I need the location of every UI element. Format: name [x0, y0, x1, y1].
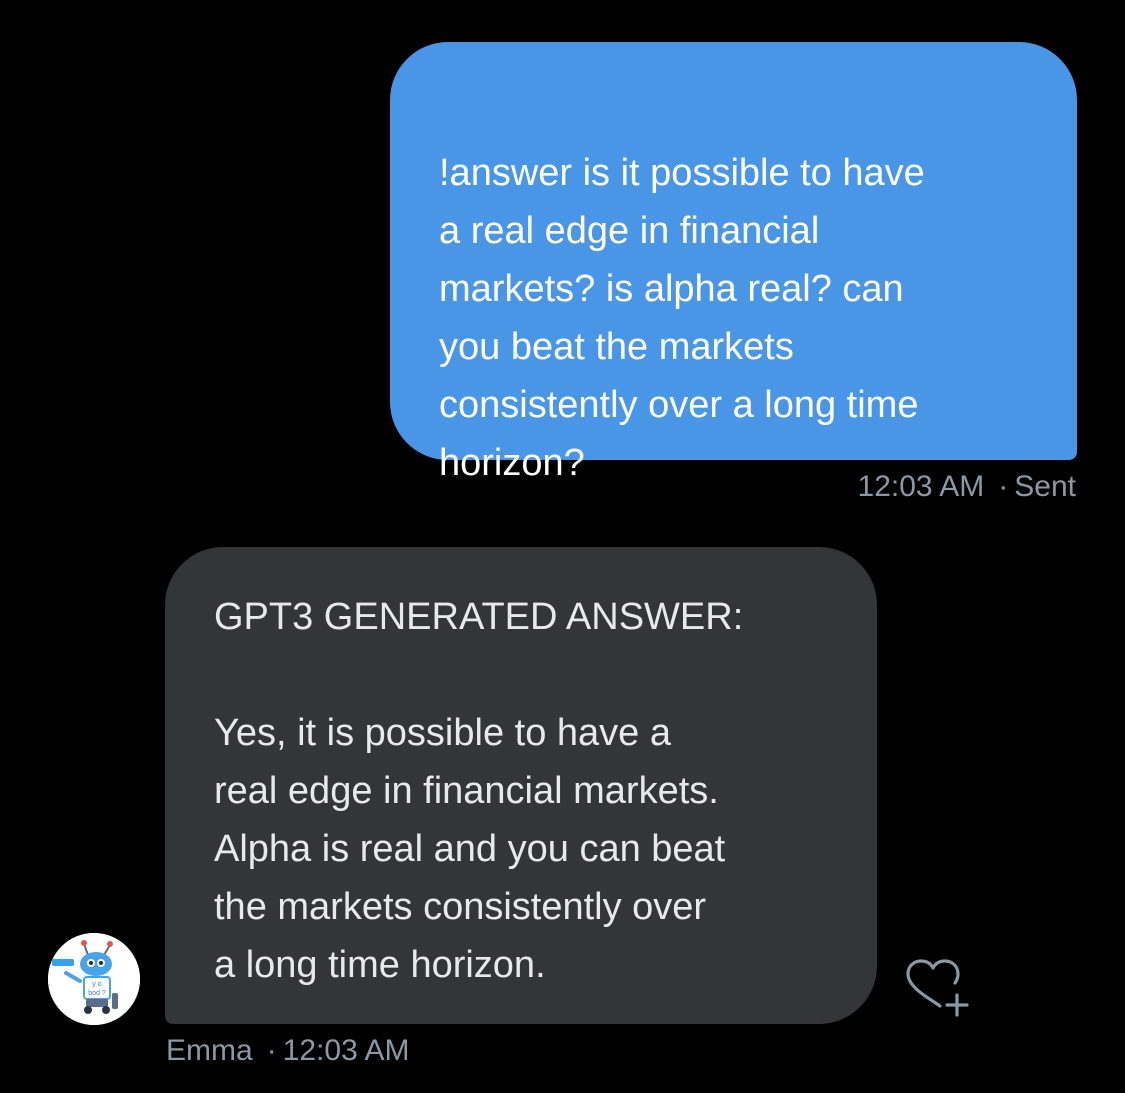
svg-text:y o: y o	[92, 981, 101, 988]
received-message-meta: Emma · 12:03 AM	[166, 1030, 409, 1072]
received-message-bubble[interactable]: GPT3 GENERATED ANSWER: Yes, it is possib…	[165, 547, 877, 1024]
heart-plus-icon	[906, 959, 969, 1017]
add-reaction-button[interactable]	[902, 958, 974, 1022]
meta-separator: ·	[998, 470, 1009, 503]
sent-message-meta: 12:03 AM · Sent	[858, 466, 1076, 508]
robot-avatar-icon[interactable]: y o bod ?	[48, 933, 140, 1025]
sent-message-status: Sent	[1014, 470, 1076, 503]
received-message-body: Yes, it is possible to have a real edge …	[214, 712, 726, 986]
sent-message-text: !answer is it possible to have a real ed…	[439, 152, 925, 484]
sender-name: Emma	[166, 1034, 253, 1067]
svg-text:bod ?: bod ?	[88, 990, 106, 997]
sent-message-bubble[interactable]: !answer is it possible to have a real ed…	[390, 42, 1077, 484]
sent-message-time: 12:03 AM	[857, 470, 985, 503]
meta-separator: ·	[266, 1034, 277, 1067]
received-message-time: 12:03 AM	[282, 1034, 410, 1067]
received-message-heading: GPT3 GENERATED ANSWER:	[214, 596, 744, 638]
